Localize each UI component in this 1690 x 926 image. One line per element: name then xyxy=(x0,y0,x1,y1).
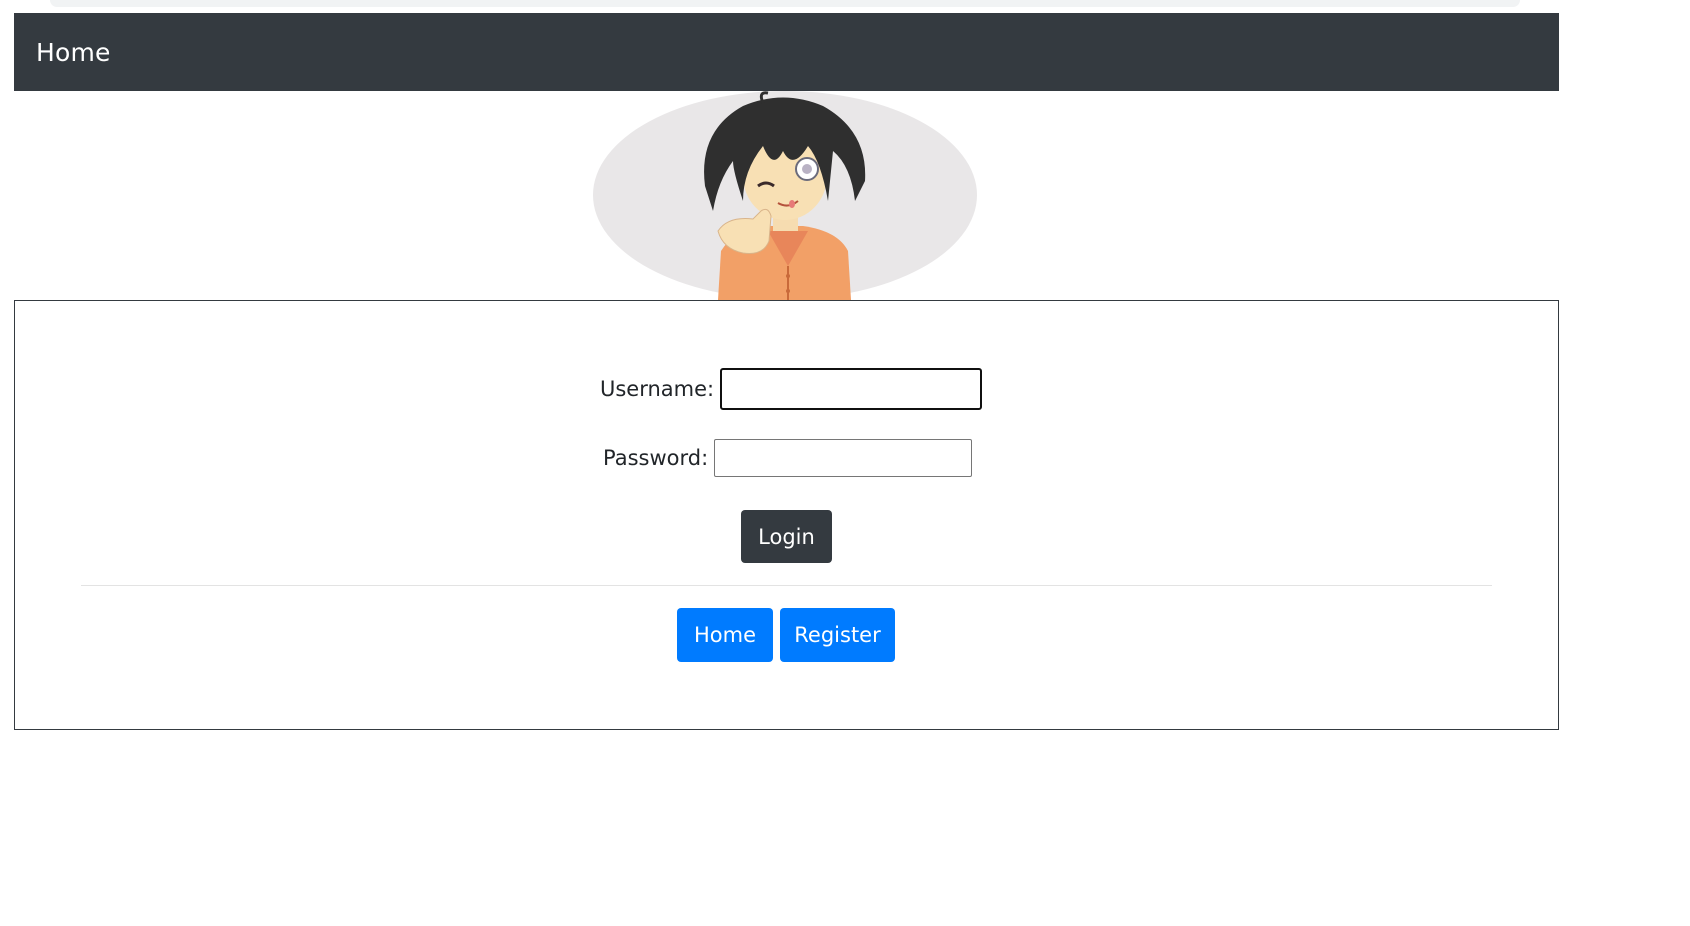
avatar xyxy=(593,91,978,300)
register-button[interactable]: Register xyxy=(780,608,895,662)
home-button[interactable]: Home xyxy=(677,608,773,662)
username-row: Username: xyxy=(600,368,983,410)
password-input[interactable] xyxy=(714,439,973,477)
password-row: Password: xyxy=(603,439,973,477)
username-input[interactable] xyxy=(720,368,983,410)
navbar: Home xyxy=(14,13,1559,91)
login-panel: Username: Password: Login Home Register xyxy=(14,300,1559,730)
avatar-image xyxy=(593,91,977,300)
divider xyxy=(81,585,1492,586)
username-label: Username: xyxy=(600,377,715,401)
browser-top-strip xyxy=(50,0,1520,7)
password-label: Password: xyxy=(603,446,709,470)
navbar-brand[interactable]: Home xyxy=(36,38,111,67)
login-button[interactable]: Login xyxy=(741,510,832,563)
